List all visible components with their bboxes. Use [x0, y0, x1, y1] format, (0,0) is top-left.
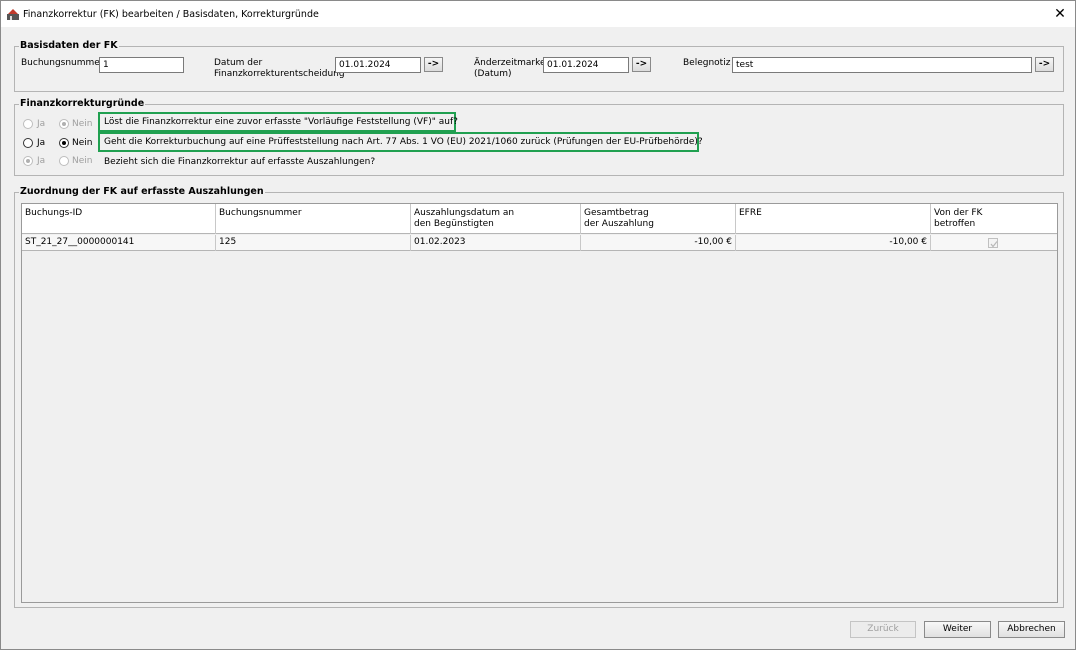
window-title: Finanzkorrektur (FK) bearbeiten / Basisd…: [23, 9, 319, 20]
col-label: Buchungsnummer: [219, 208, 302, 218]
q1-ja-radio[interactable]: [23, 119, 33, 129]
aenderung-input[interactable]: 01.01.2024: [543, 57, 629, 73]
abbrechen-button[interactable]: Abbrechen: [998, 621, 1065, 638]
betroffen-checkbox[interactable]: [988, 238, 998, 248]
q3-ja-label: Ja: [37, 156, 46, 166]
col-label-2: betroffen: [934, 219, 976, 229]
basisdaten-title: Basisdaten der FK: [19, 40, 119, 51]
close-icon[interactable]: ✕: [1049, 4, 1071, 24]
q3-nein-label: Nein: [72, 156, 93, 166]
q2-ja-label: Ja: [37, 138, 46, 148]
col-label: Buchungs-ID: [25, 208, 83, 218]
title-bar: Finanzkorrektur (FK) bearbeiten / Basisd…: [1, 1, 1075, 27]
cell-betroffen: [931, 235, 1057, 251]
checkmark-icon: [990, 241, 998, 248]
q3-ja-radio[interactable]: [23, 156, 33, 166]
table-header: Buchungs-ID Buchungsnummer Auszahlungsda…: [22, 204, 1057, 234]
col-label: Von der FK: [934, 208, 983, 218]
auszahlungen-table: Buchungs-ID Buchungsnummer Auszahlungsda…: [21, 203, 1058, 603]
col-label: Gesamtbetrag: [584, 208, 649, 218]
zuordnung-title: Zuordnung der FK auf erfasste Auszahlung…: [19, 186, 265, 197]
buchungsnummer-label: Buchungsnummer: [21, 58, 104, 68]
belegnotiz-label: Belegnotiz: [683, 58, 731, 68]
col-buchungs-id[interactable]: Buchungs-ID: [22, 204, 216, 234]
col-buchungsnummer[interactable]: Buchungsnummer: [216, 204, 411, 234]
belegnotiz-arrow-button[interactable]: ->: [1035, 57, 1054, 72]
cell-gesamtbetrag: -10,00 €: [581, 235, 736, 251]
cell-buchungs-id: ST_21_27__0000000141: [22, 235, 216, 251]
col-label-2: der Auszahlung: [584, 219, 654, 229]
korrekturgruende-title: Finanzkorrekturgründe: [19, 98, 146, 109]
aenderung-arrow-button[interactable]: ->: [632, 57, 651, 72]
app-icon: [6, 7, 20, 21]
table-row[interactable]: ST_21_27__0000000141 125 01.02.2023 -10,…: [22, 235, 1057, 251]
dialog-window: Finanzkorrektur (FK) bearbeiten / Basisd…: [0, 0, 1076, 650]
col-label: EFRE: [739, 208, 762, 218]
q3-question: Bezieht sich die Finanzkorrektur auf erf…: [104, 157, 376, 167]
datum-label-line2: Finanzkorrekturentscheidung: [214, 69, 345, 79]
weiter-button[interactable]: Weiter: [924, 621, 991, 638]
aenderung-label-line1: Änderzeitmarke: [474, 58, 546, 68]
col-gesamtbetrag[interactable]: Gesamtbetrag der Auszahlung: [581, 204, 736, 234]
cell-auszahlungsdatum: 01.02.2023: [411, 235, 581, 251]
col-label: Auszahlungsdatum an: [414, 208, 515, 218]
q2-nein-label: Nein: [72, 138, 93, 148]
cell-buchungsnummer: 125: [216, 235, 411, 251]
datum-input[interactable]: 01.01.2024: [335, 57, 421, 73]
col-auszahlungsdatum[interactable]: Auszahlungsdatum an den Begünstigten: [411, 204, 581, 234]
q1-ja-label: Ja: [37, 119, 46, 129]
q2-ja-radio[interactable]: [23, 138, 33, 148]
q1-question: Löst die Finanzkorrektur eine zuvor erfa…: [104, 117, 458, 127]
buchungsnummer-input[interactable]: 1: [99, 57, 184, 73]
q2-nein-radio[interactable]: [59, 138, 69, 148]
q1-nein-label: Nein: [72, 119, 93, 129]
col-efre[interactable]: EFRE: [736, 204, 931, 234]
q2-question: Geht die Korrekturbuchung auf eine Prüff…: [104, 137, 703, 147]
datum-arrow-button[interactable]: ->: [424, 57, 443, 72]
q1-nein-radio[interactable]: [59, 119, 69, 129]
col-von-der-fk-betroffen[interactable]: Von der FK betroffen: [931, 204, 1057, 234]
zurueck-button[interactable]: Zurück: [850, 621, 916, 638]
q3-nein-radio[interactable]: [59, 156, 69, 166]
belegnotiz-input[interactable]: test: [732, 57, 1032, 73]
col-label-2: den Begünstigten: [414, 219, 494, 229]
aenderung-label-line2: (Datum): [474, 69, 512, 79]
datum-label-line1: Datum der: [214, 58, 263, 68]
cell-efre: -10,00 €: [736, 235, 931, 251]
